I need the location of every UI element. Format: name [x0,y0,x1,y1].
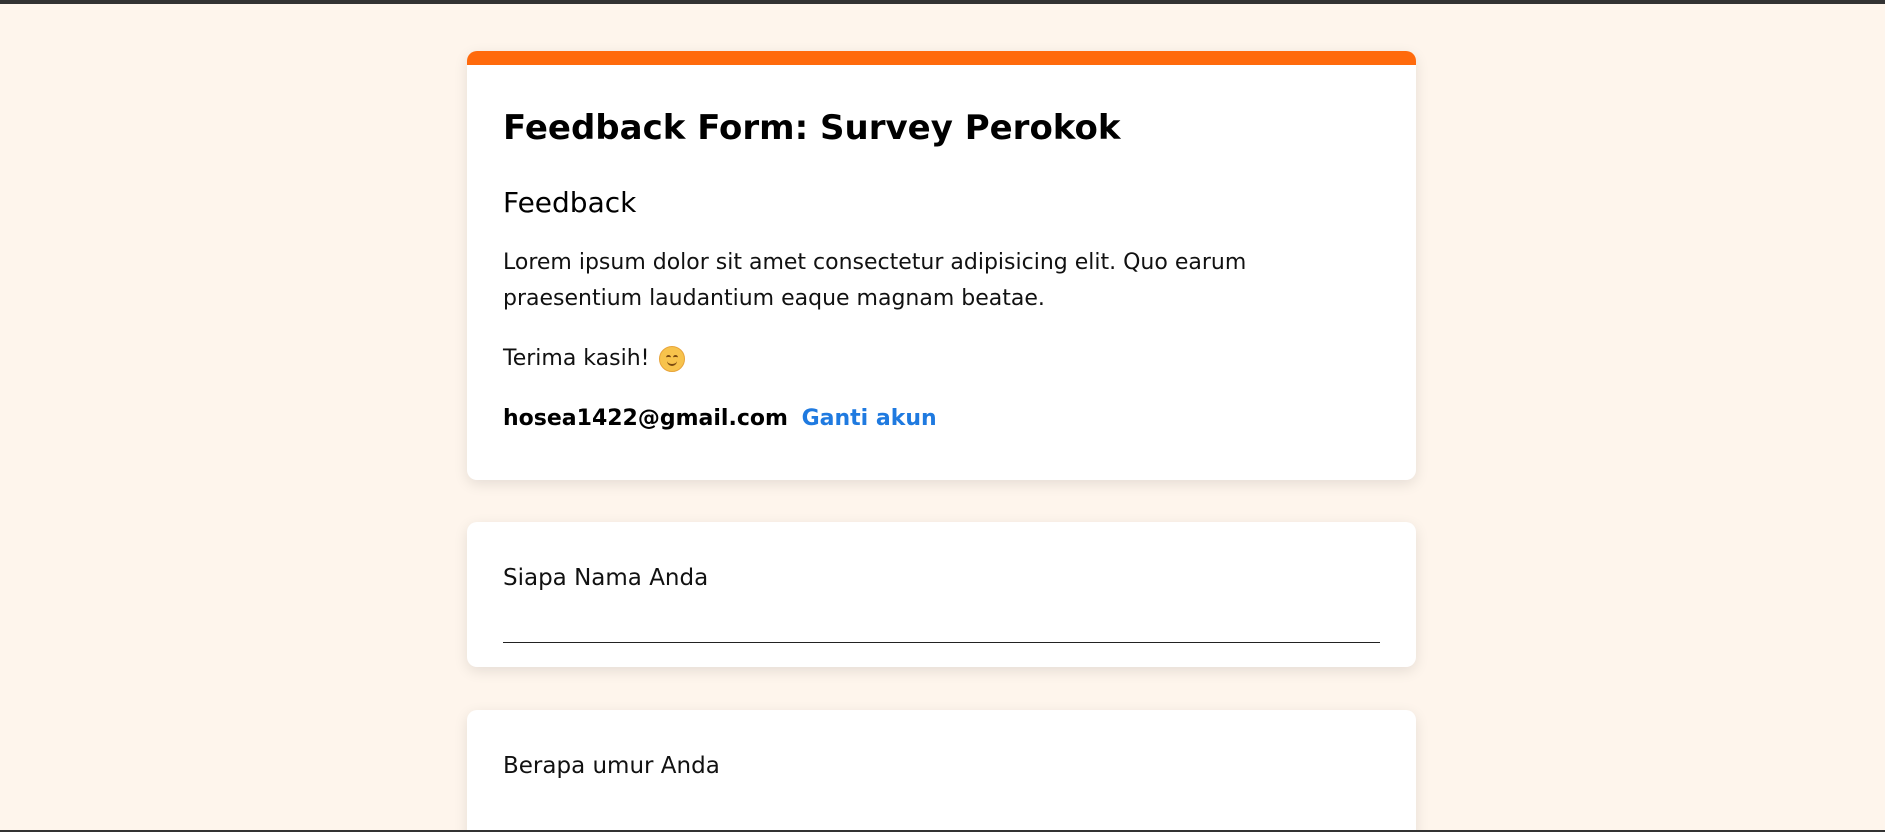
section-title: Feedback [503,186,637,219]
age-input[interactable] [503,800,1380,831]
account-line: hosea1422@gmail.com Ganti akun [503,401,1380,437]
switch-account-link[interactable]: Ganti akun [802,406,937,431]
form-title: Feedback Form: Survey Perokok [503,108,1121,148]
form-description: Lorem ipsum dolor sit amet consectetur a… [503,250,1247,311]
thanks-text: Terima kasih! [503,346,650,371]
window-top-border [0,0,1885,4]
question-card-name: Siapa Nama Anda [467,522,1416,667]
question-label-name: Siapa Nama Anda [503,565,709,591]
name-input[interactable] [503,612,1380,643]
form-container: Feedback Form: Survey Perokok Feedback L… [467,51,1416,832]
question-card-age: Berapa umur Anda [467,710,1416,832]
thanks-line: Terima kasih! [503,341,1380,377]
smiling-face-icon [659,346,686,372]
form-header-card: Feedback Form: Survey Perokok Feedback L… [467,51,1416,480]
question-label-age: Berapa umur Anda [503,753,720,779]
account-email: hosea1422@gmail.com [503,406,788,431]
